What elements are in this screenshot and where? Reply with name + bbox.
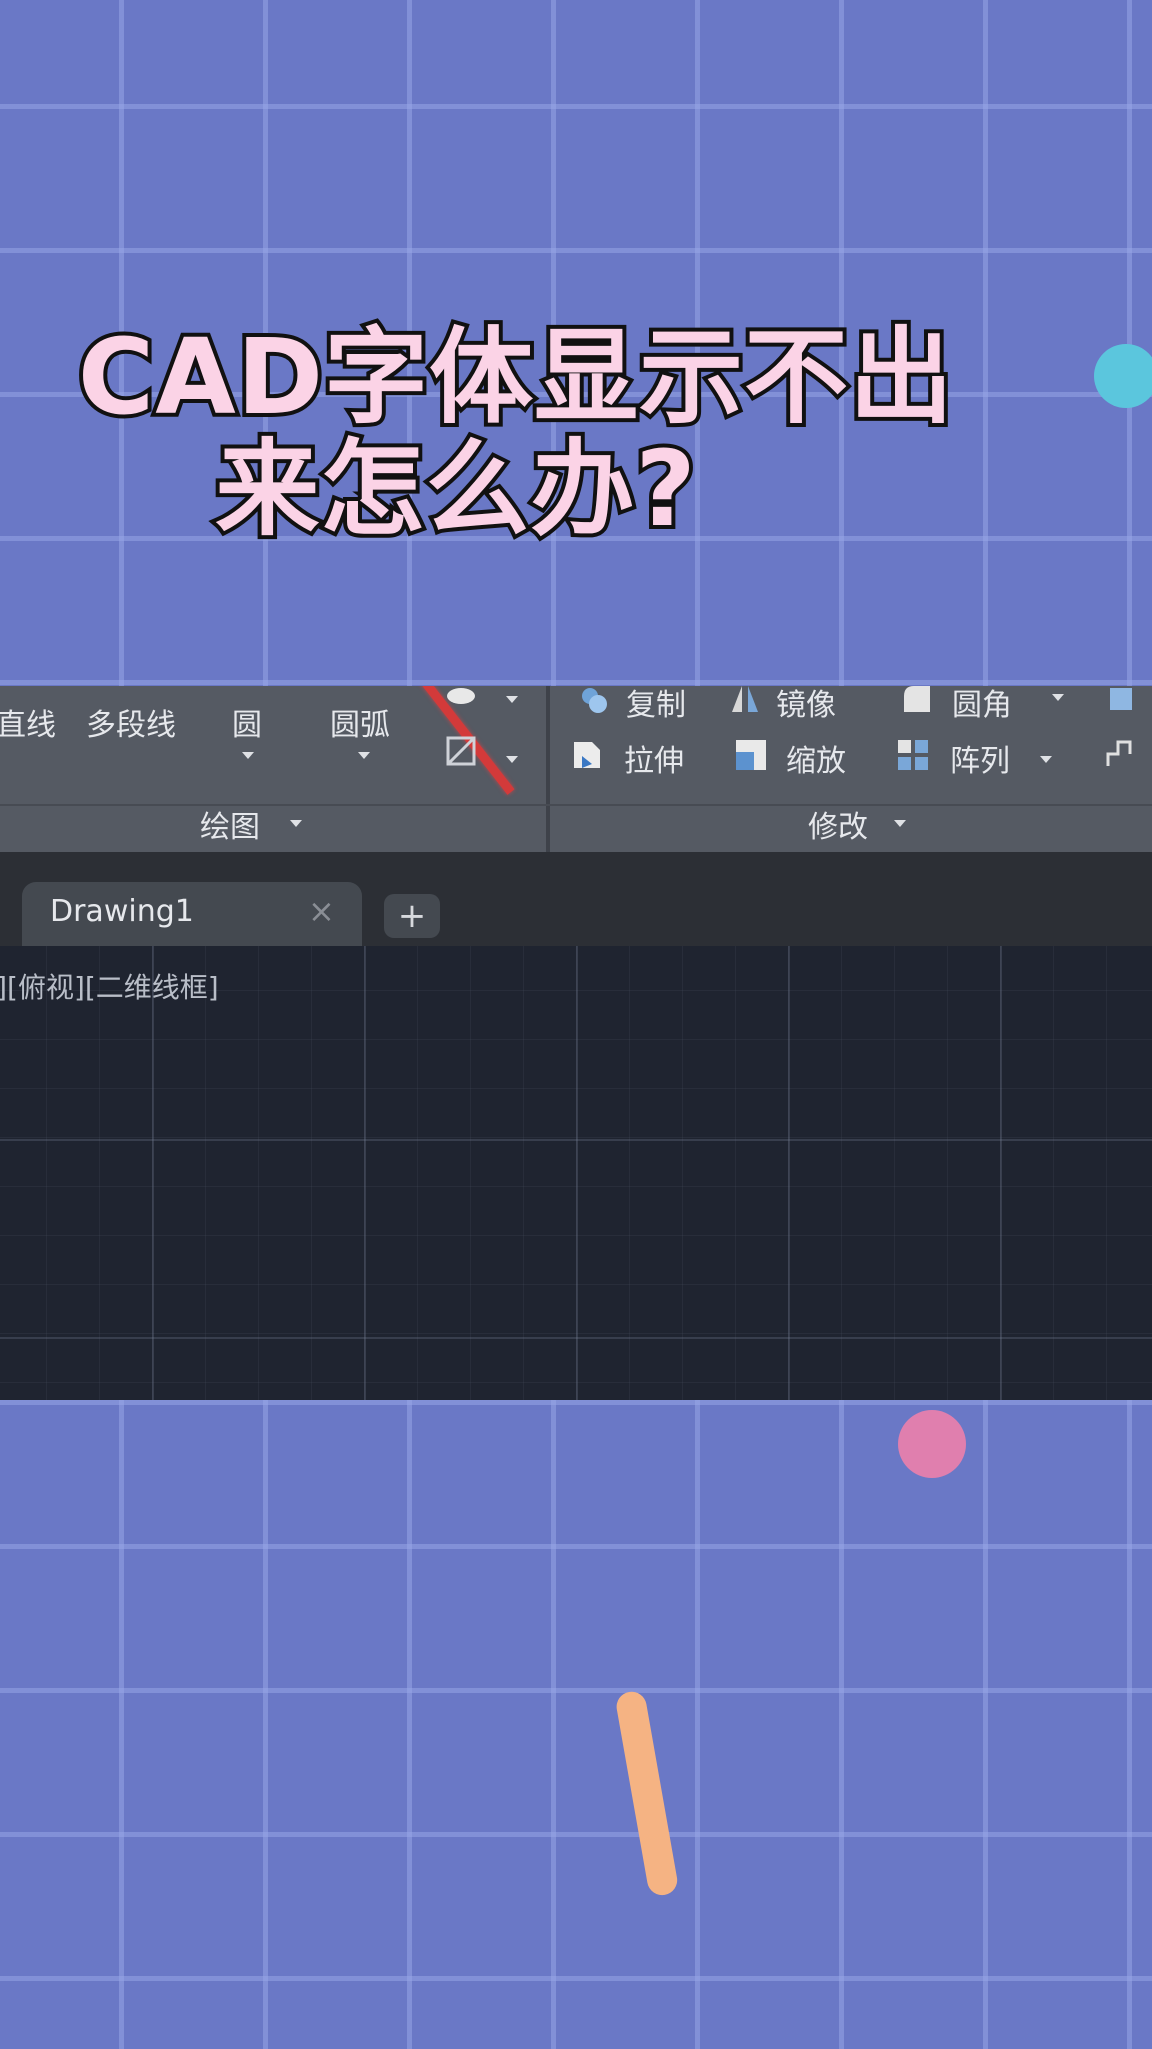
draw-panel-label[interactable]: 绘图 — [200, 802, 260, 846]
cad-screenshot: 直线 多段线 圆 圆弧 绘图 复制 镜像 圆角 拉伸 缩放 阵列 修改 Draw… — [0, 686, 1152, 1400]
view-icon[interactable] — [444, 688, 478, 722]
line-tool[interactable]: 直线 — [0, 700, 56, 744]
hatch-dropdown-arrow[interactable] — [506, 756, 518, 763]
close-tab-icon[interactable]: × — [308, 892, 335, 930]
arc-tool[interactable]: 圆弧 — [330, 700, 390, 744]
new-tab-button[interactable]: + — [384, 894, 440, 938]
decorative-pink-dot — [898, 1410, 966, 1478]
decorative-cyan-dot — [1094, 344, 1152, 408]
scale-tool[interactable]: 缩放 — [786, 736, 846, 780]
panel-divider — [546, 686, 550, 852]
video-title-line1: CAD字体显示不出 — [74, 314, 957, 440]
circle-tool[interactable]: 圆 — [232, 700, 262, 744]
arc-dropdown-arrow[interactable] — [358, 752, 370, 759]
array-tool[interactable]: 阵列 — [950, 736, 1010, 780]
view-dropdown-arrow[interactable] — [506, 696, 518, 703]
modify-panel-arrow[interactable] — [894, 820, 906, 827]
stretch-tool[interactable]: 拉伸 — [624, 736, 684, 780]
array-icon[interactable] — [896, 738, 930, 772]
explode-icon[interactable] — [1104, 686, 1138, 716]
fillet-dropdown-arrow[interactable] — [1052, 694, 1064, 701]
ribbon-panel-separator — [0, 804, 1152, 806]
stretch-icon[interactable] — [570, 738, 604, 772]
tab-drawing1-label: Drawing1 — [50, 894, 194, 929]
fillet-icon[interactable] — [900, 686, 934, 716]
scale-icon[interactable] — [734, 738, 768, 772]
copy-icon[interactable] — [576, 686, 610, 716]
polyline-tool[interactable]: 多段线 — [86, 700, 176, 744]
modify-panel-label[interactable]: 修改 — [808, 802, 868, 846]
array-dropdown-arrow[interactable] — [1040, 756, 1052, 763]
file-tab-bar: Drawing1 × + — [0, 852, 1152, 946]
copy-tool[interactable]: 复制 — [626, 686, 686, 724]
drawing-viewport[interactable]: -][俯视][二维线框] — [0, 946, 1152, 1400]
viewport-controls-label[interactable]: -][俯视][二维线框] — [0, 966, 219, 1006]
ribbon: 直线 多段线 圆 圆弧 绘图 复制 镜像 圆角 拉伸 缩放 阵列 修改 — [0, 686, 1152, 852]
decorative-orange-stick — [614, 1689, 680, 1898]
offset-icon[interactable] — [1102, 736, 1136, 770]
circle-dropdown-arrow[interactable] — [242, 752, 254, 759]
hatch-icon[interactable] — [444, 734, 478, 768]
mirror-tool[interactable]: 镜像 — [776, 686, 836, 724]
fillet-tool[interactable]: 圆角 — [952, 686, 1012, 724]
draw-panel-arrow[interactable] — [290, 820, 302, 827]
tab-drawing1[interactable]: Drawing1 × — [22, 882, 362, 946]
video-title-line2: 来怎么办? — [211, 426, 699, 552]
mirror-icon[interactable] — [728, 686, 762, 716]
